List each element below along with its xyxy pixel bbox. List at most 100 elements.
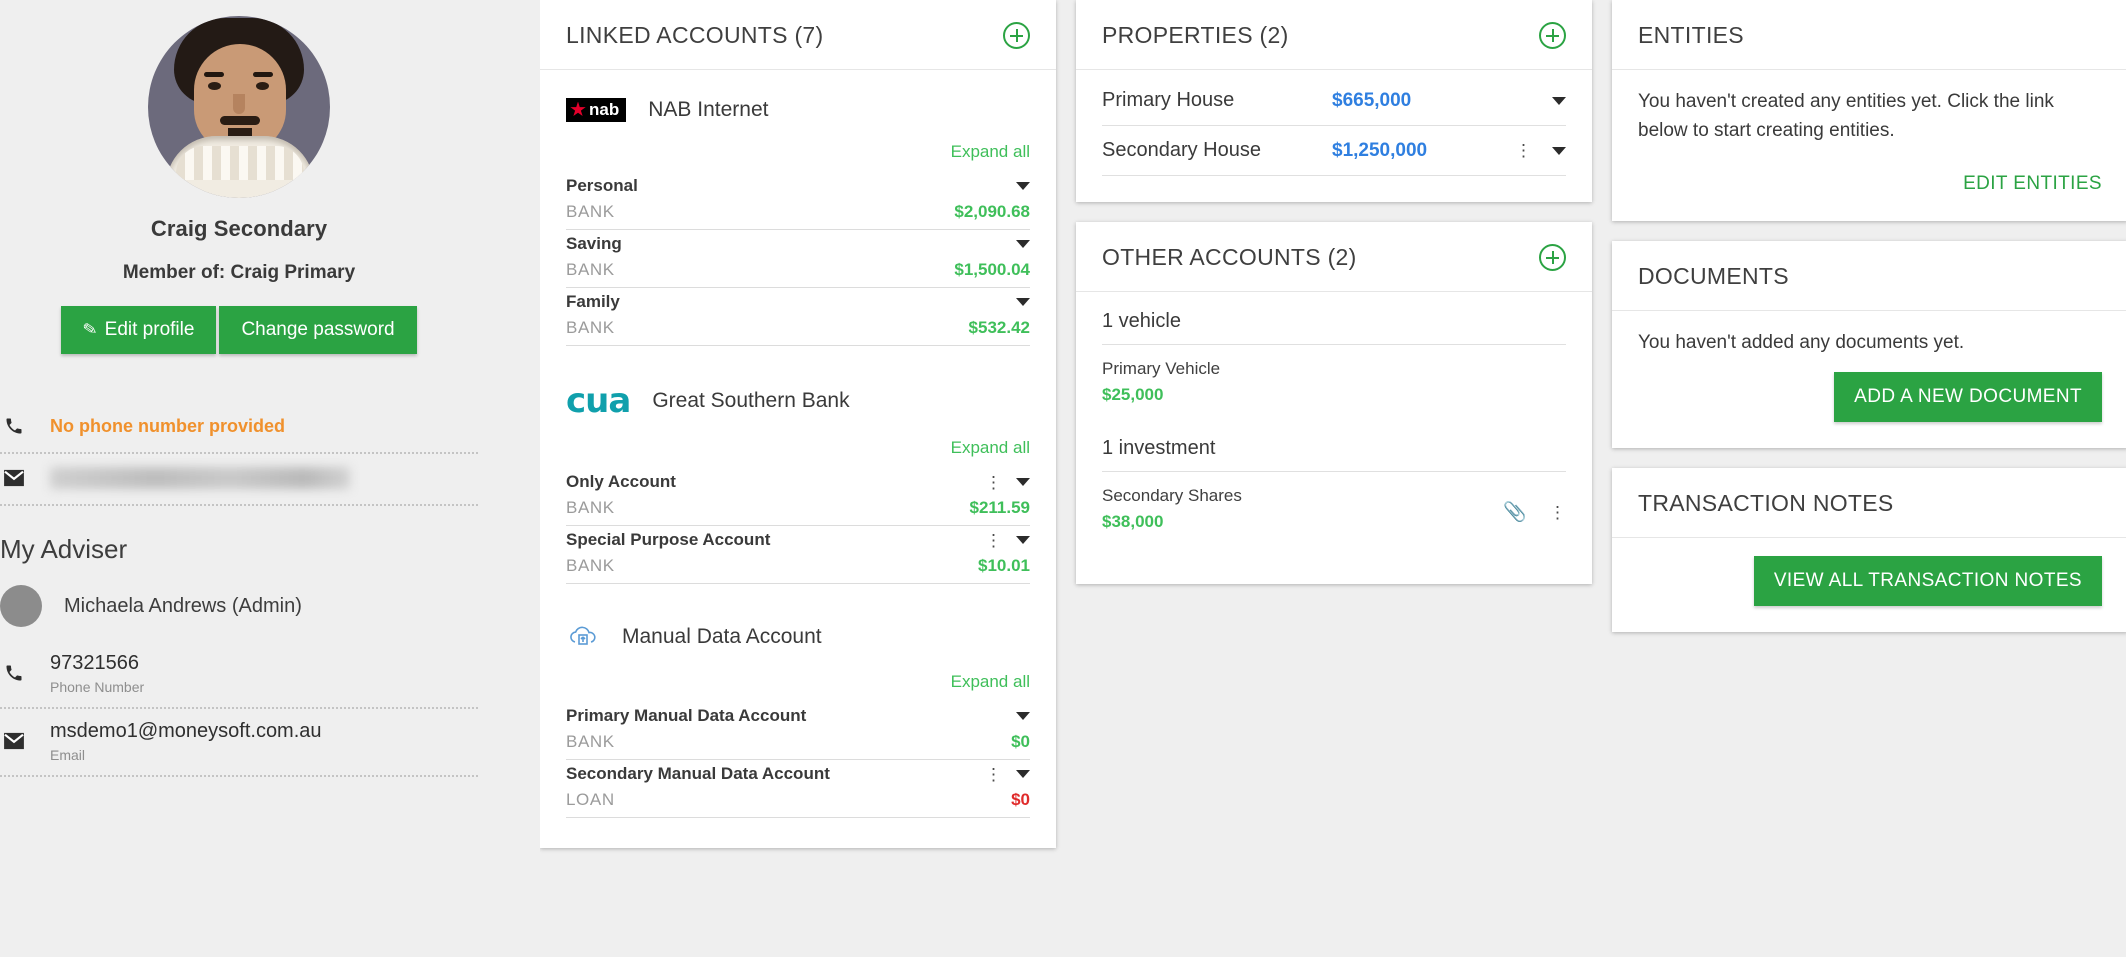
other-accounts-group-title: 1 investment — [1102, 431, 1566, 472]
more-options-icon[interactable]: ⋮ — [985, 766, 1002, 783]
account-name: Family — [566, 292, 620, 311]
account-type: BANK — [566, 498, 615, 517]
other-account-item[interactable]: Primary Vehicle $25,000 — [1102, 345, 1566, 431]
account-row-top: Only Account ⋮ — [566, 472, 1030, 492]
documents-actions: ADD A NEW DOCUMENT — [1638, 371, 2102, 422]
expand-all-link[interactable]: Expand all — [566, 658, 1030, 702]
edit-entities-link[interactable]: EDIT ENTITIES — [1638, 173, 2102, 195]
properties-card: PROPERTIES (2) Primary House $665,000 Seco… — [1076, 0, 1592, 202]
other-account-item[interactable]: Secondary Shares $38,000 📎 ⋮ — [1102, 472, 1566, 558]
property-row[interactable]: Secondary House $1,250,000 ⋮ — [1102, 126, 1566, 176]
transaction-notes-actions: VIEW ALL TRANSACTION NOTES — [1638, 555, 2102, 606]
property-value: $665,000 — [1332, 89, 1412, 111]
expand-caret-icon[interactable] — [1016, 182, 1030, 190]
account-controls: ⋮ — [985, 474, 1030, 491]
adviser-section-title: My Adviser — [0, 534, 128, 564]
account-controls: ⋮ — [985, 532, 1030, 549]
change-password-button[interactable]: Change password — [219, 306, 417, 354]
account-balance: $0 — [1011, 732, 1030, 751]
profile-page: Craig Secondary Member of: Craig Primary… — [0, 0, 2126, 957]
account-row-top: Secondary Manual Data Account ⋮ — [566, 764, 1030, 784]
phone-status-text: No phone number provided — [50, 415, 286, 436]
add-new-document-button[interactable]: ADD A NEW DOCUMENT — [1834, 371, 2102, 422]
other-account-text: Primary Vehicle $25,000 — [1102, 359, 1220, 405]
other-accounts-card: OTHER ACCOUNTS (2) 1 vehicle Primary Vehi… — [1076, 222, 1592, 584]
account-row-bottom: BANK $211.59 — [566, 498, 1030, 518]
properties-body: Primary House $665,000 Secondary House $1,2… — [1076, 70, 1592, 202]
other-account-name: Primary Vehicle — [1102, 359, 1221, 378]
more-options-icon[interactable]: ⋮ — [1549, 504, 1566, 521]
expand-caret-icon[interactable] — [1016, 712, 1030, 720]
account-row[interactable]: Personal BANK $2,090.68 — [566, 172, 1030, 230]
transaction-notes-card: TRANSACTION NOTES VIEW ALL TRANSACTION N… — [1612, 467, 2126, 632]
expand-caret-icon[interactable] — [1552, 96, 1566, 105]
view-all-transaction-notes-button[interactable]: VIEW ALL TRANSACTION NOTES — [1753, 555, 2102, 606]
other-account-amount: $25,000 — [1102, 385, 1164, 404]
entities-body: You haven't created any entities yet. Cl… — [1612, 70, 2126, 221]
account-row[interactable]: Secondary Manual Data Account ⋮ LOAN $0 — [566, 760, 1030, 818]
institution-header: nab NAB Internet — [566, 88, 1030, 128]
institution-group: nab NAB Internet Expand all Personal BANK $2,… — [566, 88, 1030, 370]
avatar — [148, 16, 330, 198]
adviser-phone-label: Phone Number — [50, 679, 145, 695]
page-title: Craig Secondary — [150, 216, 328, 241]
other-account-name: Secondary Shares — [1102, 486, 1242, 505]
transaction-notes-title: TRANSACTION NOTES — [1638, 489, 1894, 516]
other-account-amount: $38,000 — [1102, 512, 1164, 531]
account-row[interactable]: Primary Manual Data Account BANK $0 — [566, 702, 1030, 760]
account-type: BANK — [566, 202, 615, 221]
other-account-controls: 📎 ⋮ — [1503, 486, 1566, 524]
account-row[interactable]: Saving BANK $1,500.04 — [566, 230, 1030, 288]
user-email-redacted — [50, 467, 350, 489]
property-controls — [1552, 96, 1566, 105]
account-name: Personal — [566, 176, 638, 195]
adviser-row: Michaela Andrews (Admin) — [0, 579, 478, 641]
property-name: Primary House — [1102, 89, 1235, 111]
account-row[interactable]: Special Purpose Account ⋮ BANK $10.01 — [566, 526, 1030, 584]
institution-name: Great Southern Bank — [652, 389, 850, 412]
more-options-icon[interactable]: ⋮ — [985, 532, 1002, 549]
adviser-email-block: msdemo1@moneysoft.com.au Email — [50, 719, 322, 763]
expand-all-link[interactable]: Expand all — [566, 424, 1030, 468]
attachment-icon[interactable]: 📎 — [1503, 500, 1527, 524]
linked-accounts-title: LINKED ACCOUNTS (7) — [566, 22, 824, 48]
entities-empty-text: You haven't created any entities yet. Cl… — [1638, 91, 2054, 141]
account-row-bottom: BANK $0 — [566, 732, 1030, 752]
edit-profile-button[interactable]: ✎ Edit profile — [61, 306, 217, 354]
expand-caret-icon[interactable] — [1016, 240, 1030, 248]
institution-group: Manual Data Account Expand all Primary Man… — [566, 612, 1030, 818]
property-controls: ⋮ — [1515, 142, 1566, 159]
cloud-upload-icon — [566, 622, 600, 652]
user-email-row — [0, 454, 478, 506]
account-row-bottom: BANK $10.01 — [566, 556, 1030, 576]
other-account-text: Secondary Shares $38,000 — [1102, 486, 1242, 532]
expand-caret-icon[interactable] — [1016, 770, 1030, 778]
institution-header: cua Great Southern Bank — [566, 374, 1030, 424]
expand-caret-icon[interactable] — [1016, 298, 1030, 306]
expand-caret-icon[interactable] — [1552, 146, 1566, 155]
add-property-icon[interactable] — [1539, 22, 1566, 49]
account-row[interactable]: Only Account ⋮ BANK $211.59 — [566, 468, 1030, 526]
property-row[interactable]: Primary House $665,000 — [1102, 76, 1566, 126]
more-options-icon[interactable]: ⋮ — [985, 474, 1002, 491]
account-row-bottom: BANK $2,090.68 — [566, 202, 1030, 222]
expand-caret-icon[interactable] — [1016, 478, 1030, 486]
institution-name: NAB Internet — [648, 98, 769, 121]
add-other-account-icon[interactable] — [1539, 244, 1566, 271]
entities-header: ENTITIES — [1612, 0, 2126, 70]
expand-caret-icon[interactable] — [1016, 536, 1030, 544]
phone-icon — [0, 663, 28, 683]
account-controls — [1016, 712, 1030, 720]
documents-title: DOCUMENTS — [1638, 263, 1789, 289]
account-row[interactable]: Family BANK $532.42 — [566, 288, 1030, 346]
expand-all-link[interactable]: Expand all — [566, 128, 1030, 172]
properties-header: PROPERTIES (2) — [1076, 0, 1592, 70]
nab-star-icon — [570, 101, 586, 117]
account-type: BANK — [566, 732, 615, 751]
add-linked-account-icon[interactable] — [1003, 22, 1030, 49]
account-controls — [1016, 182, 1030, 190]
linked-accounts-column: LINKED ACCOUNTS (7) nab NAB Internet Expan… — [540, 0, 1056, 848]
user-phone-row: No phone number provided — [0, 402, 478, 454]
account-name: Saving — [566, 234, 622, 253]
more-options-icon[interactable]: ⋮ — [1515, 142, 1532, 159]
